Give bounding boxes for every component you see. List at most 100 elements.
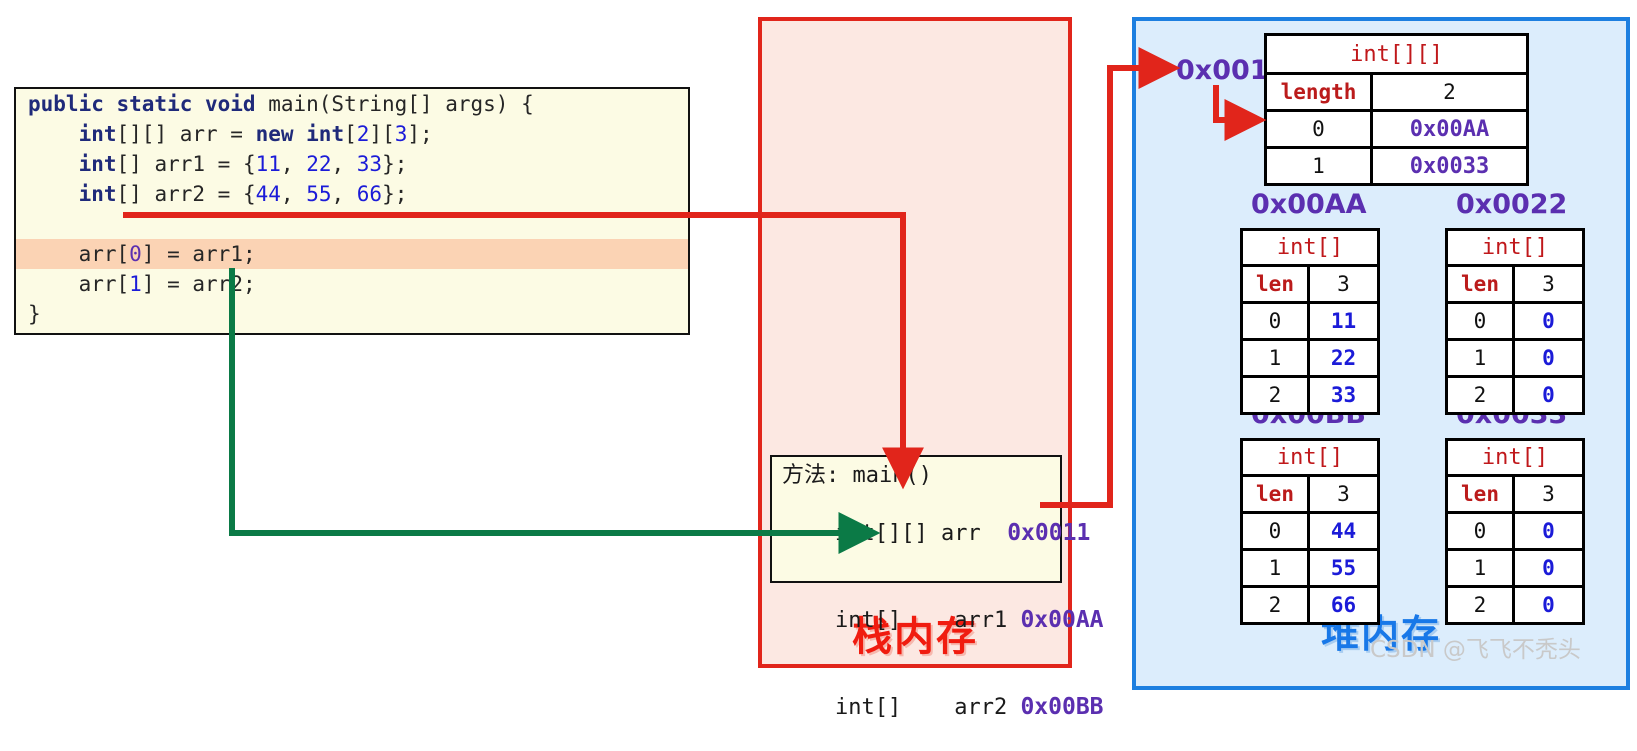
- stack-var-type-2: int[]: [834, 695, 902, 720]
- heap-cell-key: 0: [1267, 112, 1373, 146]
- code-token: 22: [306, 152, 332, 176]
- stack-var-value-1: 0x00AA: [1020, 607, 1104, 633]
- code-token: };: [382, 152, 408, 176]
- stack-var-name-1: arr1: [954, 608, 1008, 633]
- heap-cell-value: 0: [1542, 593, 1555, 617]
- heap-cell-value: 33: [1330, 383, 1357, 407]
- stack-var-name-2: arr2: [954, 695, 1008, 720]
- code-line: arr[1] = arr2;: [16, 269, 688, 299]
- code-token: public static void: [28, 92, 269, 116]
- heap-cell-value: 22: [1330, 346, 1357, 370]
- code-token: [] arr2 = {: [116, 182, 256, 206]
- code-token: [][] arr =: [116, 122, 256, 146]
- watermark-text: CSDN @飞飞不秃头: [1370, 637, 1581, 663]
- heap-table-arr-00BB: int[] len 3 0 44 1 55 2 66: [1240, 438, 1380, 625]
- heap-cell-value: 0: [1542, 556, 1555, 580]
- code-token: ];: [407, 122, 433, 146]
- heap-table-int2d: int[][] length 2 0 0x00AA 1 0x0033: [1264, 33, 1529, 186]
- code-token: }: [28, 302, 41, 326]
- heap-cell-key: 2: [1243, 588, 1310, 622]
- heap-table-type-int2d: int[][]: [1350, 41, 1443, 67]
- heap-table-arr-0033: int[] len 3 00 10 20: [1445, 438, 1585, 625]
- heap-cell-key: 0: [1448, 514, 1515, 548]
- heap-cell-key: 0: [1448, 304, 1515, 338]
- heap-cell-value: 44: [1330, 519, 1357, 543]
- code-token: ,: [280, 182, 307, 206]
- code-token: arr[: [28, 242, 130, 266]
- code-token: int: [78, 152, 117, 176]
- heap-cell-key: 2: [1243, 378, 1310, 412]
- code-token: 0: [129, 242, 142, 266]
- heap-cell-value: 0: [1542, 519, 1555, 543]
- heap-cell-value: 66: [1330, 593, 1357, 617]
- code-token: 44: [255, 182, 281, 206]
- code-line: public static void main(String[] args) {: [16, 89, 688, 119]
- heap-cell-key: 0: [1243, 304, 1310, 338]
- heap-cell-value: 11: [1330, 309, 1357, 333]
- code-token: ][: [369, 122, 395, 146]
- code-token: 2: [356, 122, 370, 146]
- code-token: 1: [129, 272, 142, 296]
- heap-cell-value: 0x0033: [1409, 153, 1490, 179]
- stack-var-type-0: int[][]: [834, 521, 928, 546]
- heap-cell-value: 3: [1542, 482, 1555, 506]
- stack-frame-main: 方法: main() int[][] arr 0x0011 int[] arr1…: [770, 455, 1104, 720]
- heap-cell-key: 2: [1448, 378, 1515, 412]
- code-token: 55: [306, 182, 332, 206]
- code-line: int[] arr2 = {44, 55, 66};: [16, 179, 688, 209]
- code-line: int[] arr1 = {11, 22, 33};: [16, 149, 688, 179]
- code-token: ,: [331, 152, 357, 176]
- stack-var-type-1: int[]: [834, 608, 902, 633]
- heap-table-type: int[]: [1276, 445, 1344, 470]
- code-token: 66: [356, 182, 383, 206]
- heap-cell-key: len: [1243, 267, 1310, 301]
- stack-var-name-0: arr: [940, 521, 981, 546]
- heap-cell-key: len: [1448, 477, 1515, 511]
- heap-cell-key: 2: [1448, 588, 1515, 622]
- code-token: ] = arr2;: [141, 272, 256, 296]
- heap-cell-key: 0: [1243, 514, 1310, 548]
- code-panel: public static void main(String[] args) {…: [14, 87, 690, 335]
- heap-cell-value: 3: [1337, 272, 1350, 296]
- stack-var-value-0: 0x0011: [1007, 520, 1091, 546]
- heap-address-label-0x00AA: 0x00AA: [1251, 189, 1367, 220]
- code-token: ] = arr1;: [141, 242, 256, 266]
- code-token: new int: [255, 122, 345, 146]
- stack-frame-row: int[] arr2 0x00BB: [782, 664, 1104, 751]
- heap-table-type: int[]: [1276, 235, 1344, 260]
- code-token: ,: [331, 182, 357, 206]
- code-token: 3: [394, 122, 408, 146]
- code-token: ,: [280, 152, 307, 176]
- code-line-highlighted: arr[0] = arr1;: [16, 239, 688, 269]
- heap-cell-value: 0x00AA: [1409, 116, 1490, 142]
- code-token: int: [78, 182, 117, 206]
- code-token: };: [382, 182, 408, 206]
- code-token: int: [78, 122, 117, 146]
- heap-table-arr-0022: int[] len 3 00 10 20: [1445, 228, 1585, 415]
- heap-cell-value: 0: [1542, 383, 1555, 407]
- code-token: arr[: [28, 272, 130, 296]
- heap-cell-value: 3: [1337, 482, 1350, 506]
- code-token: [: [344, 122, 357, 146]
- heap-cell-key: 1: [1267, 149, 1373, 183]
- stack-frame-header: 方法: main(): [782, 463, 932, 488]
- heap-cell-key: 1: [1448, 341, 1515, 375]
- heap-cell-key: len: [1243, 477, 1310, 511]
- heap-cell-key: len: [1448, 267, 1515, 301]
- heap-cell-key: 1: [1243, 551, 1310, 585]
- heap-table-type: int[]: [1481, 445, 1549, 470]
- heap-cell-key: 1: [1243, 341, 1310, 375]
- code-token: 11: [255, 152, 281, 176]
- code-token: [] arr1 = {: [116, 152, 256, 176]
- heap-table-arr-00AA: int[] len 3 0 11 1 22 2 33: [1240, 228, 1380, 415]
- stack-var-value-2: 0x00BB: [1020, 694, 1104, 720]
- heap-cell-key: 1: [1448, 551, 1515, 585]
- heap-cell-key: length: [1267, 75, 1373, 109]
- code-line: }: [16, 299, 688, 329]
- stack-frame-row: int[] arr1 0x00AA: [782, 577, 1104, 664]
- heap-cell-value: 0: [1542, 346, 1555, 370]
- heap-table-type: int[]: [1481, 235, 1549, 260]
